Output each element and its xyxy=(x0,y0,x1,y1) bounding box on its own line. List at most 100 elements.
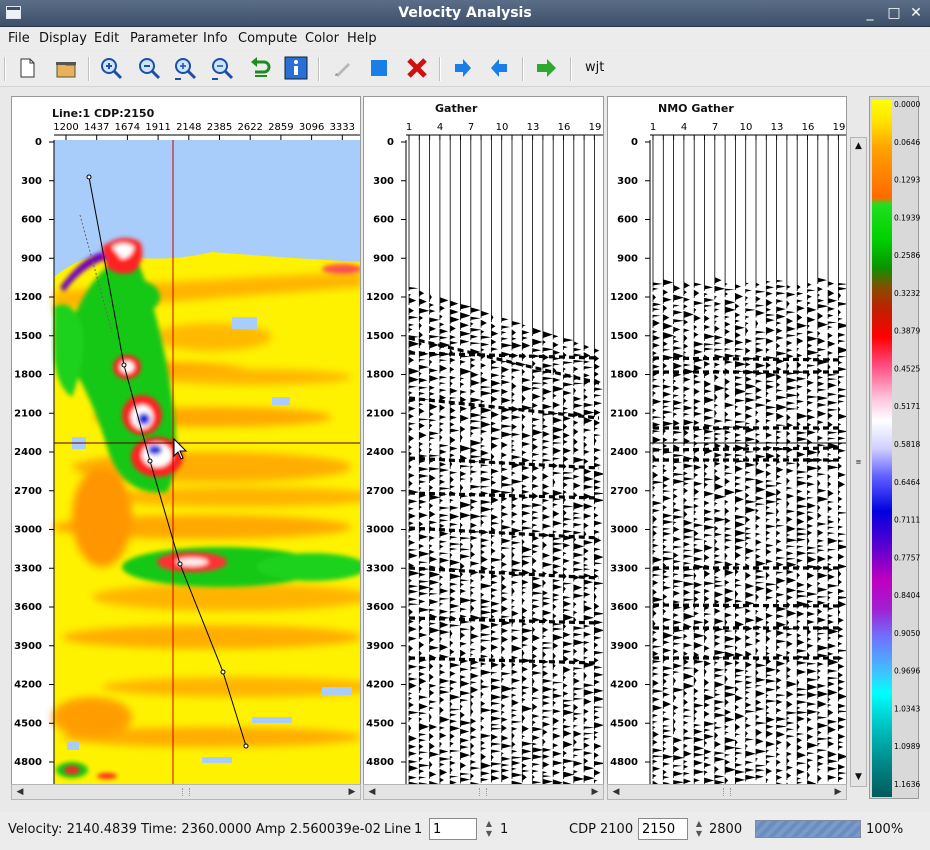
trace-wiggle xyxy=(673,362,683,370)
zoom-out-icon[interactable] xyxy=(136,55,162,81)
menu-file[interactable]: File xyxy=(8,31,30,46)
trace-wiggle xyxy=(470,426,481,430)
menu-display[interactable]: Display xyxy=(39,31,87,46)
trace-wiggle xyxy=(663,762,671,766)
minimize-button[interactable]: _ xyxy=(860,4,880,22)
pick-pen-icon[interactable] xyxy=(330,55,356,81)
trace-wiggle xyxy=(481,444,486,448)
trace-wiggle xyxy=(573,610,578,615)
trace-wiggle xyxy=(573,626,584,630)
trace-wiggle xyxy=(797,510,806,516)
trace-wiggle xyxy=(797,619,801,623)
trace-wiggle xyxy=(735,332,741,339)
trace-wiggle xyxy=(735,420,747,424)
run-arrow-icon[interactable] xyxy=(533,55,559,81)
menu-info[interactable]: Info xyxy=(203,31,228,46)
info-icon[interactable] xyxy=(283,55,309,81)
nmo-gather-plot[interactable]: 1 4 7 10 13 16 19 0300600900120015001800210024… xyxy=(608,97,847,785)
semblance-plot[interactable]: 1200 1437 1674 1911 2148 2385 2622 2859 3096 3333… xyxy=(12,97,361,785)
trace-wiggle xyxy=(653,556,662,564)
undo-icon[interactable] xyxy=(247,55,273,81)
trace-wiggle xyxy=(786,716,790,720)
menu-edit[interactable]: Edit xyxy=(94,31,119,46)
nmo-gather-panel[interactable]: NMO Gather 1 4 7 10 13 16 19 0 300 600 900 1200 150… xyxy=(607,96,847,785)
trace-wiggle xyxy=(766,362,772,369)
trace-wiggle xyxy=(673,670,680,674)
trace-wiggle xyxy=(828,281,835,286)
menu-color[interactable]: Color xyxy=(305,31,339,46)
trace-wiggle xyxy=(694,517,698,521)
trace-wiggle xyxy=(522,510,531,516)
trace-wiggle xyxy=(470,681,477,684)
trace-wiggle xyxy=(653,314,661,317)
trace-wiggle xyxy=(756,524,760,529)
trace-wiggle xyxy=(807,709,818,715)
trace-wiggle xyxy=(817,529,824,536)
trace-wiggle xyxy=(409,406,416,412)
trace-wiggle xyxy=(683,690,688,697)
trace-wiggle xyxy=(776,389,783,392)
next-arrow-icon[interactable] xyxy=(449,55,475,81)
trace-wiggle xyxy=(653,755,664,758)
trace-wiggle xyxy=(817,286,823,292)
maximize-button[interactable]: □ xyxy=(884,4,904,22)
trace-wiggle xyxy=(683,750,692,758)
trace-wiggle xyxy=(491,608,499,614)
trace-wiggle xyxy=(776,677,782,684)
zoom-in-icon[interactable] xyxy=(98,55,124,81)
trace-wiggle xyxy=(766,484,778,488)
trace-wiggle xyxy=(756,714,760,720)
trace-wiggle xyxy=(766,674,773,677)
trace-wiggle xyxy=(532,327,542,335)
trace-wiggle xyxy=(553,349,561,356)
x-tick-label: 7 xyxy=(468,122,474,133)
trace-wiggle xyxy=(653,465,658,468)
trace-wiggle xyxy=(409,710,419,715)
open-folder-icon[interactable] xyxy=(53,55,79,81)
trace-wiggle xyxy=(481,470,489,474)
trace-wiggle xyxy=(704,749,712,755)
trace-wiggle xyxy=(797,582,805,588)
semblance-panel[interactable]: Line:1 CDP:2150 1200 1437 1674 1911 2148… xyxy=(11,96,361,785)
trace-wiggle xyxy=(704,733,714,740)
trace-wiggle xyxy=(481,400,485,403)
trace-wiggle xyxy=(429,411,434,417)
stop-square-icon[interactable] xyxy=(366,55,392,81)
new-file-icon[interactable] xyxy=(14,55,40,81)
trace-wiggle xyxy=(766,490,777,498)
trace-wiggle xyxy=(573,672,577,676)
zoom-fit-icon[interactable] xyxy=(172,55,198,81)
trace-wiggle xyxy=(429,503,434,509)
trace-wiggle xyxy=(501,337,509,341)
trace-wiggle xyxy=(807,546,817,550)
trace-wiggle xyxy=(501,467,508,472)
gather-plot[interactable]: 1 4 7 10 13 16 19 0300600900120015001800210024… xyxy=(364,97,604,785)
trace-wiggle xyxy=(429,689,435,696)
zoom-reset-icon[interactable] xyxy=(209,55,235,81)
trace-wiggle xyxy=(714,325,720,332)
trace-wiggle xyxy=(776,403,788,411)
trace-wiggle xyxy=(797,594,809,598)
trace-wiggle xyxy=(786,650,791,655)
trace-wiggle xyxy=(704,361,711,367)
trace-wiggle xyxy=(704,588,710,594)
trace-wiggle xyxy=(714,693,721,697)
menu-compute[interactable]: Compute xyxy=(238,31,297,46)
gather-panel[interactable]: Gather 1 4 7 10 13 16 19 0 300 600 900 1200 1500 180… xyxy=(363,96,604,785)
menu-help[interactable]: Help xyxy=(347,31,377,46)
trace-wiggle xyxy=(501,703,506,709)
trace-wiggle xyxy=(594,387,603,391)
delete-x-icon[interactable] xyxy=(404,55,430,81)
trace-wiggle xyxy=(481,771,490,776)
trace-wiggle xyxy=(542,376,554,381)
trace-wiggle xyxy=(450,671,456,677)
trace-wiggle xyxy=(419,512,428,519)
menu-parameter[interactable]: Parameter xyxy=(130,31,198,46)
trace-wiggle xyxy=(745,572,751,579)
trace-wiggle xyxy=(786,533,791,537)
trace-wiggle xyxy=(766,716,775,723)
trace-wiggle xyxy=(450,760,456,766)
prev-arrow-icon[interactable] xyxy=(487,55,513,81)
trace-wiggle xyxy=(817,690,829,698)
close-button[interactable]: ✕ xyxy=(906,4,926,22)
